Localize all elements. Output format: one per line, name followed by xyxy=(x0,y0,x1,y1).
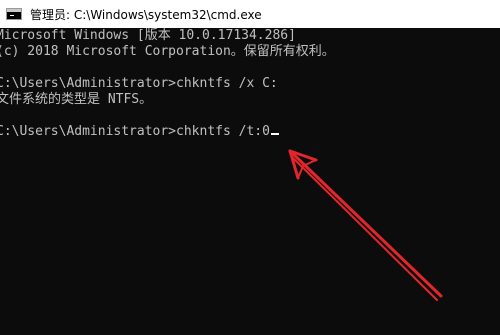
window-title: 管理员: C:\Windows\system32\cmd.exe xyxy=(30,7,262,22)
console-line-2: (c) 2018 Microsoft Corporation。保留所有权利。 xyxy=(0,44,335,59)
console-prompt-line[interactable]: C:\Users\Administrator>chkntfs /t:0 xyxy=(0,124,279,140)
text-cursor xyxy=(270,133,279,135)
title-bar[interactable]: 管理员: C:\Windows\system32\cmd.exe xyxy=(0,0,500,28)
console-command-input[interactable]: C:\Users\Administrator>chkntfs /t:0 xyxy=(0,124,270,139)
console-line-5: 文件系统的类型是 NTFS。 xyxy=(0,92,153,107)
console-line-1: Microsoft Windows [版本 10.0.17134.286] xyxy=(0,28,296,43)
cmd-icon xyxy=(6,8,22,20)
console-output[interactable]: Microsoft Windows [版本 10.0.17134.286] (c… xyxy=(0,28,500,335)
cmd-window: 管理员: C:\Windows\system32\cmd.exe Microso… xyxy=(0,0,500,335)
console-line-4: C:\Users\Administrator>chkntfs /x C: xyxy=(0,76,278,91)
